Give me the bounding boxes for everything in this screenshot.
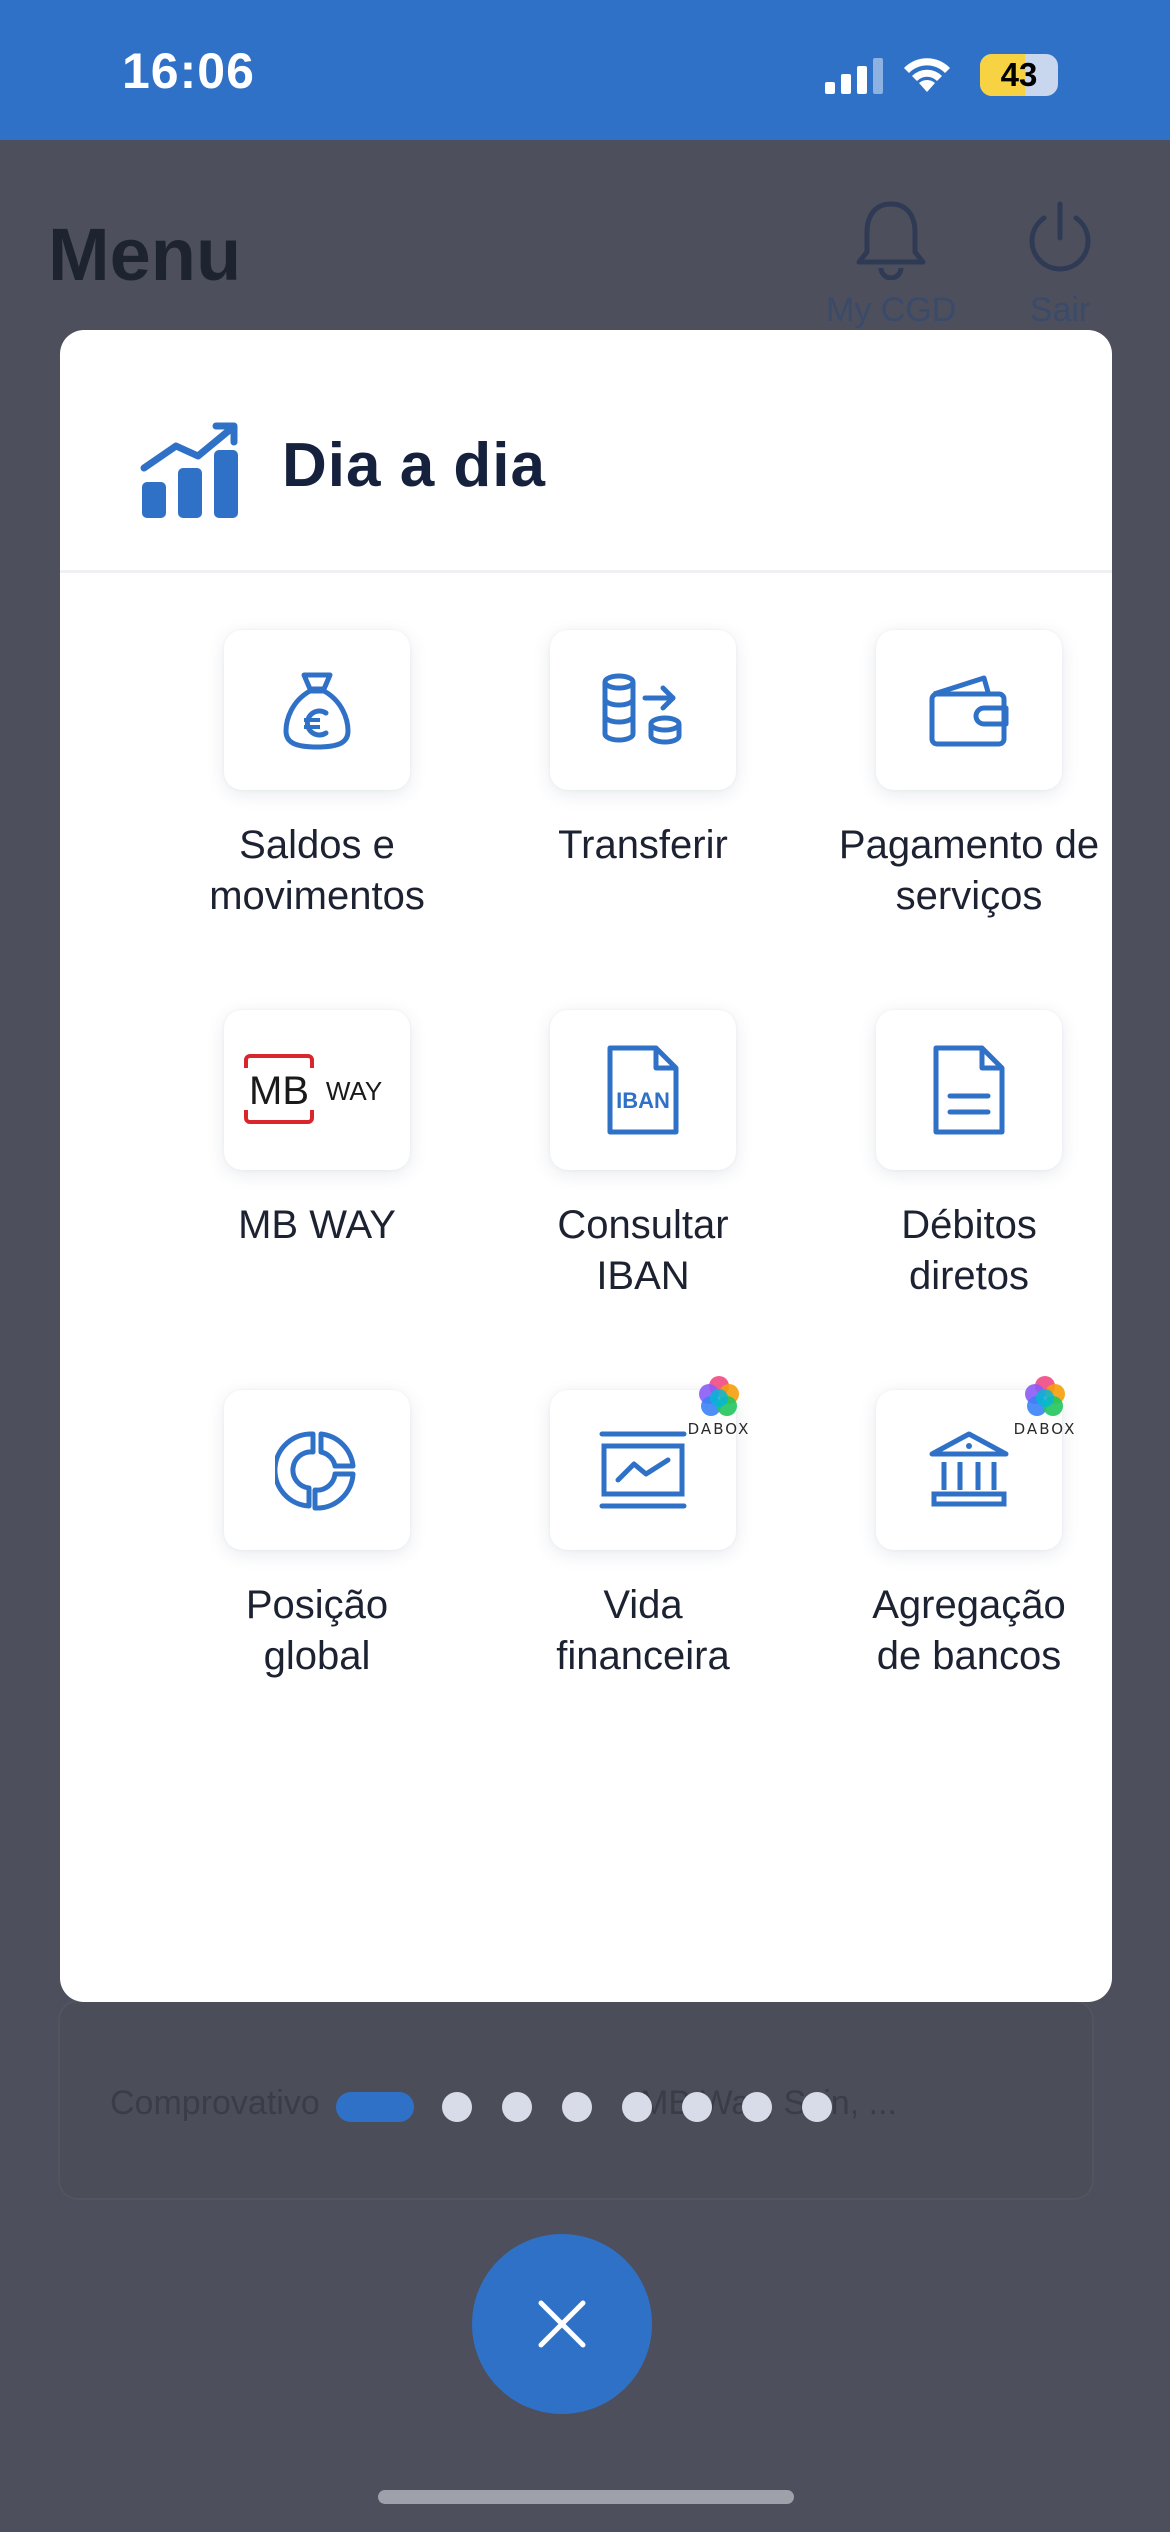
page-dot[interactable] [502,2092,532,2122]
iban-document-icon: IBAN [607,1045,679,1135]
battery-icon: 43 [980,54,1058,96]
tile-label: Consultar IBAN [557,1203,729,1298]
page-dot[interactable] [562,2092,592,2122]
coins-transfer-icon [602,673,682,745]
logout-button[interactable]: Sair [1020,198,1100,330]
page-dot[interactable] [802,2092,832,2122]
modal-header: Dia a dia [60,330,1112,570]
dabox-logo-icon [1025,1376,1065,1416]
tile-icon-box [550,630,736,790]
dabox-badge: DABOX [1010,1374,1080,1446]
logout-label: Sair [1029,291,1091,329]
svg-text:WAY: WAY [326,1076,382,1106]
close-icon [538,2300,586,2348]
tile-agregacao-de-bancos[interactable]: DABOX Agregação de bancos [806,1376,1112,1682]
notifications-button[interactable]: My CGD [826,198,956,330]
tile-icon-box: MB WAY [224,1010,410,1170]
tile-mb-way[interactable]: MB WAY MB WAY [154,1010,480,1251]
tile-icon-box [876,1010,1062,1170]
tile-icon-box [876,630,1062,790]
battery-level: 43 [1000,56,1038,93]
signal-icon [825,58,883,94]
status-time: 16:06 [122,43,255,99]
dabox-label: DABOX [1013,1420,1077,1438]
svg-text:MB: MB [249,1069,309,1113]
tile-label: MB WAY [238,1203,396,1247]
page-dot[interactable] [682,2092,712,2122]
tile-pagamento-de-servicos[interactable]: Pagamento de serviços [806,630,1112,922]
tile-consultar-iban[interactable]: IBAN Consultar IBAN [480,1010,806,1302]
bank-icon [929,1431,1009,1507]
page-indicator [0,2092,1170,2122]
page-dot[interactable] [442,2092,472,2122]
tile-icon-box: IBAN [550,1010,736,1170]
dia-a-dia-modal: Dia a dia Saldos e movimentos Transferir… [60,330,1112,2002]
wifi-icon [904,58,950,92]
tile-icon-box [224,630,410,790]
tile-debitos-diretos[interactable]: Débitos diretos [806,1010,1112,1302]
notifications-label: My CGD [826,291,957,329]
home-indicator[interactable] [378,2490,794,2504]
tile-label: Posição global [245,1583,389,1678]
dabox-logo-icon [699,1376,739,1416]
tile-transferir[interactable]: Transferir [480,630,806,871]
tile-label: Débitos diretos [901,1203,1037,1298]
wallet-icon [929,675,1009,747]
close-button[interactable] [472,2234,652,2414]
document-icon [933,1045,1005,1135]
tile-icon-box: DABOX [550,1376,748,1550]
tile-label: Pagamento de serviços [838,823,1100,918]
pie-chart-icon [275,1431,356,1511]
tile-label: Transferir [558,823,728,867]
page-dot-active[interactable] [336,2092,414,2122]
tile-label: Saldos e movimentos [209,823,425,918]
status-bar: 16:06 43 [0,0,1170,140]
dabox-label: DABOX [687,1420,751,1438]
dabox-badge: DABOX [684,1374,754,1446]
tile-label: Agregação de bancos [872,1583,1066,1678]
growth-chart-icon [140,422,238,518]
tile-saldos-e-movimentos[interactable]: Saldos e movimentos [154,630,480,922]
page-dot[interactable] [742,2092,772,2122]
tile-posicao-global[interactable]: Posição global [154,1390,480,1682]
tile-icon-box: DABOX [876,1376,1074,1550]
divider [60,570,1112,573]
tile-label: Vida financeira [556,1583,730,1678]
menu-title: Menu [48,213,242,296]
mbway-logo: MB WAY [244,1054,382,1124]
financial-chart-icon [599,1431,687,1509]
tile-icon-box [224,1390,410,1550]
power-icon [1029,201,1091,272]
money-bag-euro-icon [283,672,351,750]
tile-vida-financeira[interactable]: DABOX Vida financeira [480,1376,806,1682]
svg-text:IBAN: IBAN [616,1088,670,1113]
page-dot[interactable] [622,2092,652,2122]
bell-icon [856,201,926,281]
modal-title: Dia a dia [282,431,546,500]
